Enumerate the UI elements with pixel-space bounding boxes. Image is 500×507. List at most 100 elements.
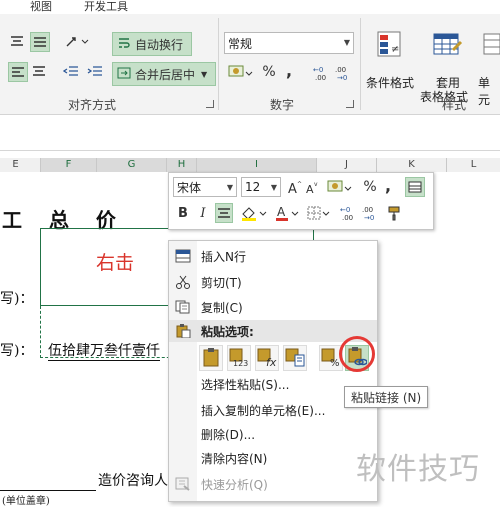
percent-button[interactable]: % [260, 62, 278, 82]
context-menu: 插入N行 剪切(T) 复制(C) 粘贴选项: 123 fx % 选择性粘贴(S)… [168, 240, 378, 502]
wrap-text-button[interactable]: 自动换行 [112, 32, 192, 56]
conditional-format-label[interactable]: 条件格式 [366, 74, 414, 91]
chevron-down-icon: ▼ [270, 183, 277, 192]
bold-button[interactable]: B [175, 203, 191, 223]
align-center-icon[interactable] [215, 203, 233, 223]
label-row-2: 写)： [0, 343, 34, 359]
align-left-icon[interactable] [8, 62, 28, 82]
menu-item-quick-analysis[interactable]: 快速分析(Q) [169, 473, 377, 495]
menu-item-delete[interactable]: 删除(D)... [169, 423, 377, 445]
merge-center-label: 合并后居中 [135, 67, 196, 82]
paste-formulas-button[interactable]: fx [255, 345, 279, 371]
column-header-e[interactable]: E [0, 158, 40, 172]
menu-item-clear-contents[interactable]: 清除内容(N) [169, 447, 377, 469]
svg-text:.00: .00 [335, 66, 346, 74]
menu-item-label: 粘贴选项: [201, 325, 254, 339]
font-color-icon[interactable]: A [273, 203, 301, 223]
alignment-dialog-launcher-icon[interactable] [206, 100, 214, 108]
tab-view[interactable]: 视图 [30, 0, 52, 14]
decrease-indent-icon[interactable] [62, 62, 80, 80]
mini-toolbar: 宋体 ▼ 12 ▼ A ^ Av % , B I A ←0.00 .00 →0 [168, 172, 434, 230]
formula-bar[interactable] [0, 126, 500, 151]
paste-transpose-icon [285, 347, 305, 370]
fill-color-icon[interactable] [239, 203, 269, 223]
merge-cells-icon [117, 66, 131, 83]
insert-rows-icon [175, 249, 191, 263]
increase-font-icon[interactable]: A ^ [287, 177, 303, 197]
decrease-font-icon[interactable]: Av [305, 177, 321, 197]
paste-transpose-button[interactable] [283, 345, 307, 371]
menu-item-cut[interactable]: 剪切(T) [169, 271, 377, 293]
chevron-down-icon: ▼ [201, 69, 208, 79]
tab-developer[interactable]: 开发工具 [84, 0, 128, 14]
svg-text:%: % [330, 358, 340, 367]
increase-indent-icon[interactable] [86, 62, 104, 80]
svg-text:A: A [277, 205, 286, 219]
bottom-text: 造价咨询人 [98, 473, 168, 489]
column-headers: E F G H I J K L [0, 158, 500, 173]
cell-styles-icon[interactable] [482, 26, 500, 62]
accounting-format-icon[interactable] [325, 177, 355, 197]
font-size-select[interactable]: 12 ▼ [241, 177, 281, 197]
quick-analysis-icon [175, 477, 191, 491]
italic-button[interactable]: I [195, 203, 211, 223]
increase-decimal-icon[interactable]: ←0.00 [339, 203, 359, 223]
scissors-icon [175, 275, 191, 289]
paste-icon [175, 324, 191, 339]
number-dialog-launcher-icon[interactable] [346, 100, 354, 108]
paste-button[interactable] [199, 345, 223, 371]
increase-decimal-icon[interactable]: ←0.00 [312, 62, 332, 84]
svg-text:123: 123 [233, 359, 248, 367]
borders-icon[interactable] [305, 203, 333, 223]
cell-styles-label[interactable]: 单元 [478, 74, 500, 108]
font-name-value: 宋体 [177, 180, 202, 195]
font-name-select[interactable]: 宋体 ▼ [173, 177, 237, 197]
align-top-icon[interactable] [8, 32, 26, 50]
svg-text:≠: ≠ [391, 44, 399, 55]
column-header-g[interactable]: G [96, 158, 166, 172]
svg-text:→0: →0 [337, 74, 347, 82]
decrease-decimal-icon[interactable]: .00 →0 [334, 62, 354, 84]
number-format-select[interactable]: 常规 ▼ [224, 32, 354, 54]
svg-text:fx: fx [266, 356, 277, 367]
format-as-table-icon[interactable] [428, 26, 468, 62]
ribbon-tabs: 视图 开发工具 [0, 0, 500, 14]
menu-item-copy[interactable]: 复制(C) [169, 296, 377, 318]
decrease-decimal-icon[interactable]: .00 →0 [361, 203, 381, 223]
conditional-format-icon[interactable]: ≠ [370, 26, 410, 62]
align-center-icon[interactable] [30, 62, 48, 80]
label-row-1: 写)： [0, 291, 34, 307]
menu-item-label: 插入N行 [201, 250, 246, 264]
svg-text:A: A [306, 183, 314, 194]
column-header-k[interactable]: K [376, 158, 446, 172]
comma-button[interactable]: , [381, 175, 395, 195]
group-number-label: 数字 [270, 98, 295, 112]
watermark: 软件技巧 [356, 452, 480, 487]
format-painter-table-icon[interactable] [405, 177, 425, 197]
column-header-f[interactable]: F [40, 158, 96, 172]
column-header-j[interactable]: J [316, 158, 376, 172]
group-styles-label: 样式 [442, 98, 467, 112]
merge-center-button[interactable]: 合并后居中 ▼ [112, 62, 216, 86]
chevron-down-icon: ▼ [343, 38, 350, 47]
orientation-icon[interactable] [62, 32, 92, 50]
comma-button[interactable]: , [282, 60, 296, 80]
menu-item-insert-rows[interactable]: 插入N行 [169, 245, 377, 267]
menu-item-label: 删除(D)... [201, 428, 256, 442]
font-size-value: 12 [245, 180, 261, 194]
menu-item-label: 剪切(T) [201, 276, 242, 290]
accounting-format-icon[interactable] [226, 62, 256, 82]
column-header-i[interactable]: I [196, 158, 316, 172]
column-header-l[interactable]: L [446, 158, 500, 172]
paste-values-icon: 123 [229, 347, 249, 370]
align-middle-icon[interactable] [30, 32, 50, 52]
svg-text:←0: ←0 [313, 66, 323, 74]
paste-values-button[interactable]: 123 [227, 345, 251, 371]
svg-text:A: A [288, 182, 297, 194]
amount-text: 伍拾肆万叁仟壹仟 [48, 340, 160, 361]
format-painter-icon[interactable] [385, 203, 405, 223]
percent-button[interactable]: % [361, 177, 379, 197]
svg-text:.00: .00 [342, 214, 353, 222]
column-header-h[interactable]: H [166, 158, 196, 172]
svg-text:.00: .00 [315, 74, 326, 82]
